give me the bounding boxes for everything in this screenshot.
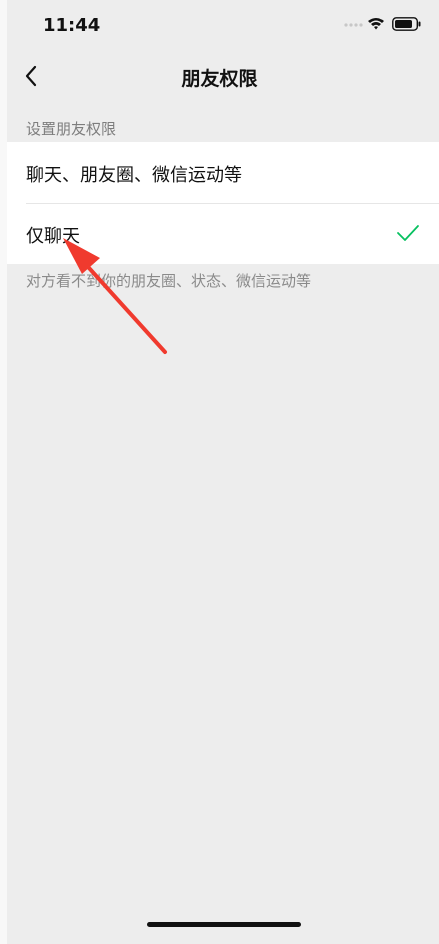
option-label: 聊天、朋友圈、微信运动等 [26, 165, 242, 186]
hint-text: 对方看不到你的朋友圈、状态、微信运动等 [26, 272, 312, 290]
permission-options: 聊天、朋友圈、微信运动等 仅聊天 [7, 142, 439, 264]
status-time: 11:44 [43, 15, 101, 36]
nav-bar: 朋友权限 [0, 50, 439, 102]
option-label: 仅聊天 [26, 226, 80, 247]
cellular-signal-icon [344, 23, 363, 27]
section-label: 设置朋友权限 [26, 120, 117, 138]
option-chat-only[interactable]: 仅聊天 [7, 203, 439, 264]
home-indicator [147, 922, 301, 927]
checkmark-icon [397, 225, 419, 241]
status-bar: 11:44 [0, 0, 439, 50]
wifi-icon [368, 18, 384, 30]
screen: 11:44 朋友权限 设置朋友权限 聊天、朋友圈、微信运动等 仅聊天 对方看不到… [0, 0, 439, 944]
page-title: 朋友权限 [181, 68, 258, 90]
edge-strip [0, 0, 7, 944]
battery-icon [392, 17, 421, 31]
option-chat-moments-werun[interactable]: 聊天、朋友圈、微信运动等 [7, 142, 439, 203]
